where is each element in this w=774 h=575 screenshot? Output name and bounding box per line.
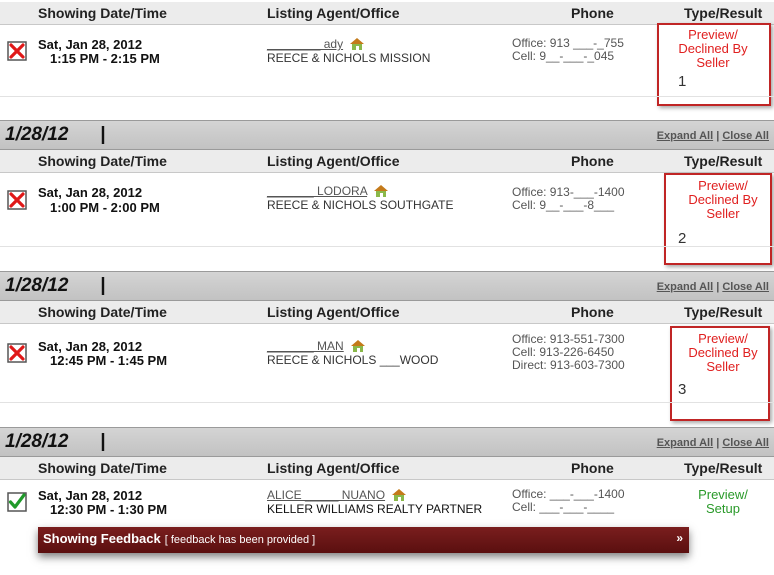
- agent-office: REECE & NICHOLS SOUTHGATE: [267, 198, 454, 212]
- showing-time: 1:15 PM - 2:15 PM: [50, 51, 160, 66]
- phone-numbers: Office: 913-___-1400 Cell: 9__-___-8___: [512, 185, 625, 212]
- group-header: 1/28/12 | Expand All | Close All: [0, 120, 774, 150]
- col-agent-header: Listing Agent/Office: [267, 5, 400, 21]
- column-header: Showing Date/Time Listing Agent/Office P…: [0, 457, 774, 480]
- feedback-title: Showing Feedback[ feedback has been prov…: [43, 531, 316, 546]
- group-links: Expand All | Close All: [656, 437, 769, 449]
- group-date: 1/28/12: [5, 124, 69, 145]
- column-header: Showing Date/Time Listing Agent/Office P…: [0, 301, 774, 324]
- highlight-box: [664, 173, 772, 265]
- close-all-link[interactable]: Close All: [722, 437, 769, 449]
- highlight-box: [657, 23, 771, 106]
- group-date: 1/28/12: [5, 431, 69, 452]
- showing-date: Sat, Jan 28, 2012: [38, 339, 143, 354]
- agent-office: REECE & NICHOLS MISSION: [267, 51, 431, 65]
- highlight-number: 1: [678, 73, 687, 90]
- group-links: Expand All | Close All: [656, 281, 769, 293]
- showing-time: 12:45 PM - 1:45 PM: [50, 353, 168, 368]
- feedback-note: [ feedback has been provided ]: [164, 534, 316, 546]
- close-all-link[interactable]: Close All: [722, 281, 769, 293]
- house-icon[interactable]: [350, 339, 366, 353]
- showing-feedback-bar[interactable]: Showing Feedback[ feedback has been prov…: [38, 527, 689, 553]
- red-x-icon[interactable]: [7, 190, 27, 210]
- phone-numbers: Office: 913-551-7300 Cell: 913-226-6450 …: [512, 332, 625, 372]
- expand-all-link[interactable]: Expand All: [657, 130, 713, 142]
- listing-agent: _______ LODORA REECE & NICHOLS SOUTHGATE: [267, 184, 453, 212]
- showing-time: 1:00 PM - 2:00 PM: [50, 200, 160, 215]
- showing-date: Sat, Jan 28, 2012: [38, 488, 143, 503]
- phone-line: Cell: 9__-___-_045: [512, 49, 615, 63]
- highlight-number: 3: [678, 381, 687, 398]
- phone-numbers: Office: 913 ___-_755 Cell: 9__-___-_045: [512, 37, 624, 63]
- group-header: 1/28/12 | Expand All | Close All: [0, 271, 774, 301]
- agent-name-link[interactable]: _______ MAN: [267, 339, 344, 353]
- showing-date: Sat, Jan 28, 2012: [38, 37, 143, 52]
- group-links: Expand All | Close All: [656, 130, 769, 142]
- showing-row[interactable]: Sat, Jan 28, 2012 1:00 PM - 2:00 PM ____…: [0, 173, 774, 267]
- col-phone-header: Phone: [571, 5, 614, 21]
- phone-numbers: Office: ___-___-1400 Cell: ___-___-____: [512, 487, 625, 514]
- house-icon[interactable]: [373, 184, 389, 198]
- col-date-header: Showing Date/Time: [38, 5, 167, 21]
- agent-name-link[interactable]: ALICE _____ NUANO: [267, 488, 385, 502]
- group-date: 1/28/12: [5, 275, 69, 296]
- agent-office: KELLER WILLIAMS REALTY PARTNER: [267, 502, 483, 516]
- double-chevron-down-icon[interactable]: »: [676, 531, 683, 545]
- agent-name-link[interactable]: _______ LODORA: [267, 184, 367, 198]
- listing-agent: ________ ady REECE & NICHOLS MISSION: [267, 37, 430, 65]
- group-header: 1/28/12 | Expand All | Close All: [0, 427, 774, 457]
- type-result: Preview/ Setup: [698, 487, 748, 516]
- column-header: Showing Date/Time Listing Agent/Office P…: [0, 2, 774, 25]
- expand-all-link[interactable]: Expand All: [657, 281, 713, 293]
- green-check-icon[interactable]: [7, 492, 27, 512]
- listing-agent: _______ MAN REECE & NICHOLS ___WOOD: [267, 339, 438, 367]
- listing-agent: ALICE _____ NUANO KELLER WILLIAMS REALTY…: [267, 488, 482, 516]
- house-icon[interactable]: [391, 488, 407, 502]
- agent-name-link[interactable]: ________ ady: [267, 37, 343, 51]
- red-x-icon[interactable]: [7, 343, 27, 363]
- col-type-header: Type/Result: [684, 5, 763, 21]
- column-header: Showing Date/Time Listing Agent/Office P…: [0, 150, 774, 173]
- showing-time: 12:30 PM - 1:30 PM: [50, 502, 168, 517]
- house-icon[interactable]: [349, 37, 365, 51]
- highlight-number: 2: [678, 230, 687, 247]
- showing-row[interactable]: Sat, Jan 28, 2012 12:45 PM - 1:45 PM ___…: [0, 324, 774, 424]
- close-all-link[interactable]: Close All: [722, 130, 769, 142]
- red-x-icon[interactable]: [7, 41, 27, 61]
- showing-date: Sat, Jan 28, 2012: [38, 185, 143, 200]
- agent-office: REECE & NICHOLS ___WOOD: [267, 353, 439, 367]
- highlight-box: [670, 326, 770, 421]
- expand-all-link[interactable]: Expand All: [657, 437, 713, 449]
